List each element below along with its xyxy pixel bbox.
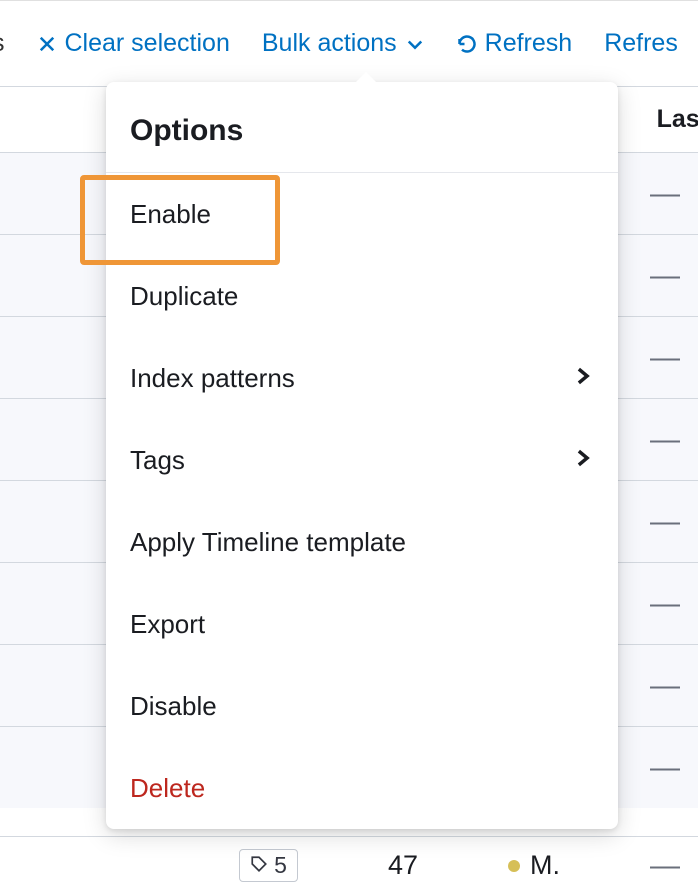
bulk-actions-label: Bulk actions bbox=[262, 29, 397, 58]
count-value: 47 bbox=[388, 850, 418, 881]
bulk-actions-popover: Options Enable Duplicate Index patterns Tag… bbox=[106, 82, 618, 829]
column-header-last[interactable]: Last bbox=[657, 105, 698, 134]
menu-item-label: Enable bbox=[130, 199, 211, 230]
status-indicator: M. bbox=[508, 850, 560, 881]
menu-item-label: Index patterns bbox=[130, 363, 295, 394]
menu-item-disable[interactable]: Disable bbox=[106, 665, 618, 747]
refresh-cutoff-button[interactable]: Refres bbox=[604, 29, 678, 58]
empty-value: — bbox=[650, 259, 678, 293]
chevron-right-icon bbox=[572, 363, 594, 394]
menu-item-apply-timeline-template[interactable]: Apply Timeline template bbox=[106, 501, 618, 583]
tag-icon bbox=[250, 852, 268, 879]
refresh-label: Refresh bbox=[485, 29, 573, 58]
close-icon bbox=[37, 34, 57, 54]
empty-value: — bbox=[650, 423, 678, 457]
menu-item-delete[interactable]: Delete bbox=[106, 747, 618, 829]
selected-label-cutoff: s bbox=[0, 29, 5, 58]
menu-item-duplicate[interactable]: Duplicate bbox=[106, 255, 618, 337]
menu-item-export[interactable]: Export bbox=[106, 583, 618, 665]
popover-title: Options bbox=[106, 82, 618, 173]
empty-value: — bbox=[650, 751, 678, 785]
menu-item-label: Delete bbox=[130, 773, 205, 804]
status-dot-icon bbox=[508, 860, 520, 872]
refresh-button[interactable]: Refresh bbox=[457, 29, 573, 58]
popover-menu: Enable Duplicate Index patterns Tags Apply T… bbox=[106, 173, 618, 829]
menu-item-label: Export bbox=[130, 609, 205, 640]
refresh-icon bbox=[457, 34, 477, 54]
chevron-right-icon bbox=[572, 445, 594, 476]
bulk-actions-button[interactable]: Bulk actions bbox=[262, 29, 425, 58]
chevron-down-icon bbox=[405, 34, 425, 54]
menu-item-tags[interactable]: Tags bbox=[106, 419, 618, 501]
menu-item-label: Apply Timeline template bbox=[130, 527, 406, 558]
empty-value: — bbox=[650, 669, 678, 703]
empty-value: — bbox=[650, 177, 678, 211]
toolbar: s Clear selection Bulk actions Refresh R… bbox=[0, 0, 698, 86]
empty-value: — bbox=[650, 587, 678, 621]
menu-item-label: Disable bbox=[130, 691, 217, 722]
menu-item-enable[interactable]: Enable bbox=[106, 173, 618, 255]
empty-value: — bbox=[650, 849, 678, 883]
clear-selection-label: Clear selection bbox=[65, 29, 230, 58]
menu-item-label: Duplicate bbox=[130, 281, 238, 312]
tag-count-badge[interactable]: 5 bbox=[239, 849, 298, 882]
status-label: M. bbox=[530, 850, 560, 881]
empty-value: — bbox=[650, 505, 678, 539]
clear-selection-button[interactable]: Clear selection bbox=[37, 29, 230, 58]
tag-count-value: 5 bbox=[274, 852, 287, 879]
menu-item-index-patterns[interactable]: Index patterns bbox=[106, 337, 618, 419]
menu-item-label: Tags bbox=[130, 445, 185, 476]
bottom-bar: 5 47 M. — bbox=[0, 836, 698, 894]
empty-value: — bbox=[650, 341, 678, 375]
refresh-cutoff-label: Refres bbox=[604, 29, 678, 58]
